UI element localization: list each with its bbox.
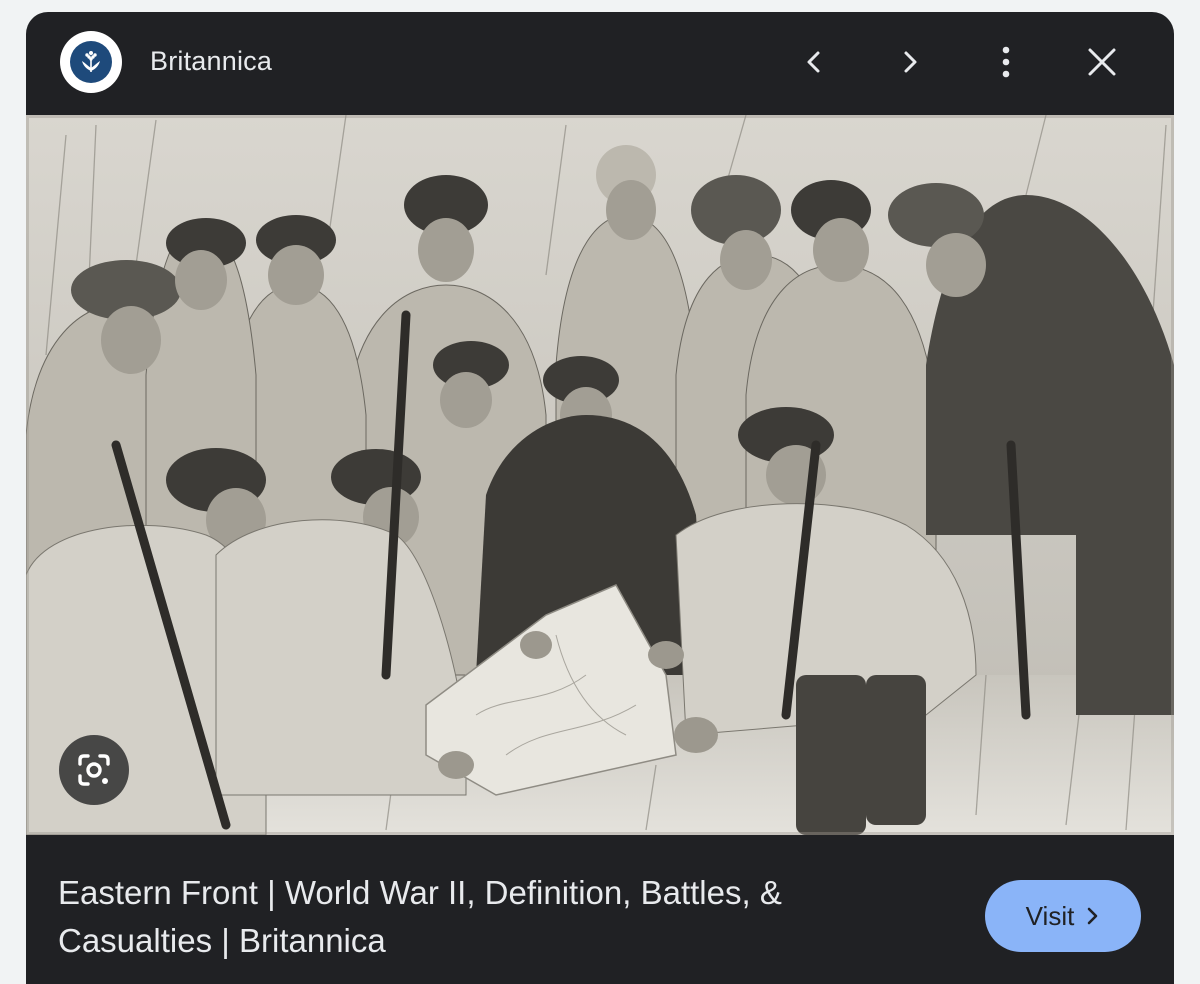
- previous-result-button[interactable]: [790, 38, 838, 86]
- viewer-footer: Eastern Front | World War II, Definition…: [26, 835, 1174, 984]
- visit-button[interactable]: Visit: [985, 880, 1141, 952]
- image-viewer-panel: Britannica Eastern Front | World War II,…: [26, 12, 1174, 984]
- close-button[interactable]: [1078, 38, 1126, 86]
- photo-soldiers-reading-map: [26, 115, 1174, 835]
- chevron-right-icon: [1088, 907, 1098, 925]
- site-logo[interactable]: [60, 31, 122, 93]
- google-lens-icon: [78, 754, 110, 786]
- chevron-right-icon: [904, 51, 917, 73]
- viewer-header: Britannica: [26, 12, 1174, 115]
- chevron-left-icon: [807, 51, 820, 73]
- britannica-thistle-logo-icon: [70, 41, 112, 83]
- next-result-button[interactable]: [886, 38, 934, 86]
- more-options-button[interactable]: [982, 38, 1030, 86]
- result-image[interactable]: [26, 115, 1174, 835]
- close-icon: [1088, 48, 1116, 76]
- visit-label: Visit: [1025, 900, 1075, 931]
- result-title[interactable]: Eastern Front | World War II, Definition…: [58, 869, 878, 965]
- site-name[interactable]: Britannica: [150, 46, 272, 77]
- google-lens-button[interactable]: [59, 735, 129, 805]
- more-vert-icon: [1002, 46, 1010, 78]
